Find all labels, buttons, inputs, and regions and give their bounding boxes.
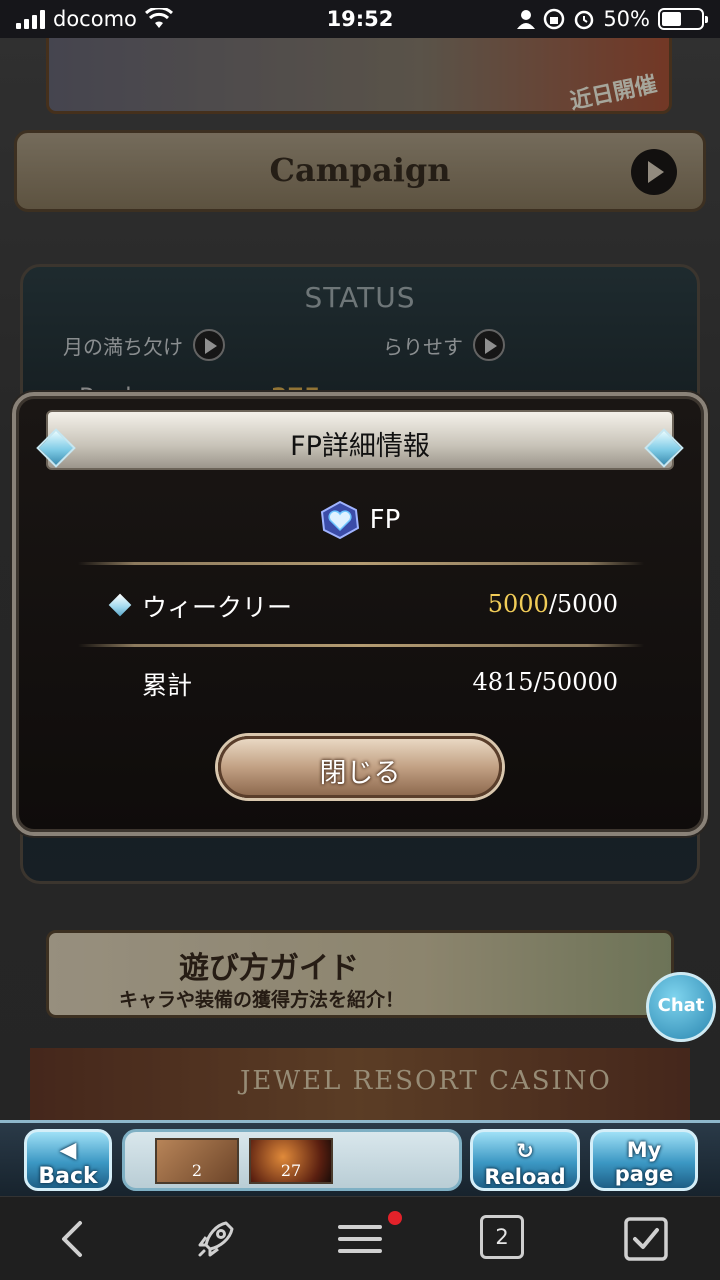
close-button[interactable]: 閉じる: [218, 736, 502, 798]
game-bottom-bar: ◀ Back 2 27 ↻ Reload My page: [0, 1120, 720, 1196]
tabs-count: 2: [480, 1215, 524, 1259]
weekly-label: ウィークリー: [142, 593, 293, 622]
status-bar-right: 50%: [517, 0, 708, 38]
dialog-title: FP詳細情報: [290, 431, 430, 462]
back-arrow-icon[interactable]: [50, 1215, 98, 1263]
fp-label: FP: [369, 505, 401, 535]
person-icon: [517, 10, 536, 29]
item-orb[interactable]: 27: [249, 1138, 333, 1184]
dialog-header: FP詳細情報: [36, 410, 684, 470]
battery-icon: [658, 8, 708, 30]
total-label: 累計: [142, 671, 193, 700]
tabs-button[interactable]: 2: [480, 1215, 528, 1263]
close-button-label: 閉じる: [319, 758, 401, 789]
fp-heading: FP: [12, 500, 708, 540]
chat-button[interactable]: Chat: [646, 972, 716, 1042]
status-bar: docomo 19:52 50%: [0, 0, 720, 38]
reload-icon: ↻: [516, 1139, 534, 1163]
mypage-button[interactable]: My page: [590, 1129, 698, 1191]
fp-detail-dialog: FP詳細情報 FP ウィークリー 5000/5000 累計 4815/50000…: [12, 392, 708, 836]
fp-heart-icon: [320, 500, 359, 540]
weekly-row: ウィークリー 5000/5000: [108, 588, 618, 628]
rocket-icon[interactable]: [192, 1215, 240, 1263]
alarm-icon: [575, 10, 594, 30]
checkbox-icon[interactable]: [622, 1215, 670, 1263]
item-tray: 2 27: [122, 1129, 462, 1191]
reload-button-label: Reload: [484, 1165, 566, 1189]
item-hourglass[interactable]: 2: [155, 1138, 239, 1184]
weekly-current: 5000: [487, 590, 549, 618]
mypage-label-line1: My: [626, 1138, 662, 1162]
rotation-lock-icon: [544, 8, 565, 30]
divider: [78, 562, 644, 565]
diamond-bullet-icon: [108, 593, 132, 617]
mypage-label-line2: page: [614, 1162, 674, 1186]
battery-percent: 50%: [603, 7, 650, 31]
menu-icon[interactable]: [336, 1215, 384, 1263]
weekly-max: /5000: [548, 590, 618, 618]
notification-dot: [388, 1211, 402, 1225]
divider: [78, 644, 644, 647]
total-value: 4815/50000: [472, 668, 618, 696]
back-button[interactable]: ◀ Back: [24, 1129, 112, 1191]
total-row: 累計 4815/50000: [108, 666, 618, 706]
reload-button[interactable]: ↻ Reload: [470, 1129, 580, 1191]
weekly-value: 5000/5000: [488, 590, 618, 618]
item-hourglass-count: 2: [191, 1161, 203, 1180]
browser-nav-bar: 2: [0, 1196, 720, 1280]
back-button-label: Back: [38, 1164, 98, 1189]
back-arrow-icon: ◀: [59, 1138, 77, 1163]
item-orb-count: 27: [280, 1161, 302, 1180]
